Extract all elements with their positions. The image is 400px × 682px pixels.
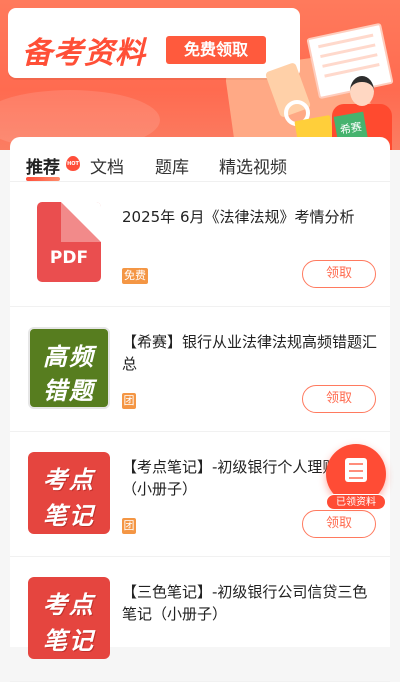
cover-text: 错题: [43, 377, 95, 405]
group-badge: 团: [122, 393, 136, 409]
item-title[interactable]: 【希赛】银行从业法律法规高频错题汇总: [122, 331, 378, 375]
list-item[interactable]: 高频 错题 【希赛】银行从业法律法规高频错题汇总 团 领取: [10, 307, 390, 432]
claim-button[interactable]: 领取: [302, 260, 376, 288]
pdf-icon: PDF: [37, 202, 101, 282]
free-claim-button[interactable]: 免费领取: [166, 36, 266, 64]
cover-text: 高频: [43, 343, 95, 371]
item-title[interactable]: 【三色笔记】-初级银行公司信贷三色笔记（小册子）: [122, 581, 378, 625]
cover-image: 高频 错题: [28, 327, 110, 409]
active-tab-indicator: [26, 177, 60, 181]
claim-button[interactable]: 领取: [302, 385, 376, 413]
claim-button[interactable]: 领取: [302, 510, 376, 538]
cover-text: 考点: [43, 591, 95, 619]
pdf-label: PDF: [49, 248, 89, 268]
banner-title: 备考资料: [22, 36, 146, 71]
cover-text: 考点: [43, 466, 95, 494]
item-title[interactable]: 2025年 6月《法律法规》考情分析: [122, 206, 378, 228]
list-item[interactable]: PDF 2025年 6月《法律法规》考情分析 免费 领取: [10, 182, 390, 307]
list-item[interactable]: 考点 笔记 【三色笔记】-初级银行公司信贷三色笔记（小册子）: [10, 557, 390, 682]
tab-documents[interactable]: 文档: [90, 153, 124, 178]
claimed-resources-button[interactable]: 已领资料: [326, 444, 386, 510]
tab-featured-videos[interactable]: 精选视频: [219, 153, 287, 178]
tab-recommend[interactable]: 推荐: [26, 153, 60, 178]
cover-image: 考点 笔记: [28, 452, 110, 534]
tab-bar: 推荐 HOT 文档 题库 精选视频: [10, 137, 390, 182]
promo-banner[interactable]: 备考资料 免费领取 希赛: [0, 0, 400, 150]
claimed-resources-label: 已领资料: [326, 494, 386, 510]
cover-text: 笔记: [43, 502, 95, 530]
hot-icon: HOT: [66, 156, 80, 171]
cover-text: 笔记: [43, 627, 95, 655]
tab-question-bank[interactable]: 题库: [155, 153, 189, 178]
cover-image: 考点 笔记: [28, 577, 110, 659]
person-head-illustration: [350, 76, 374, 106]
group-badge: 团: [122, 518, 136, 534]
resource-panel: 推荐 HOT 文档 题库 精选视频 PDF 2025年 6月《法律法规》考情分析…: [10, 137, 390, 682]
document-icon: [345, 458, 367, 482]
banner-card: 备考资料 免费领取: [8, 8, 300, 78]
free-badge: 免费: [122, 268, 148, 284]
